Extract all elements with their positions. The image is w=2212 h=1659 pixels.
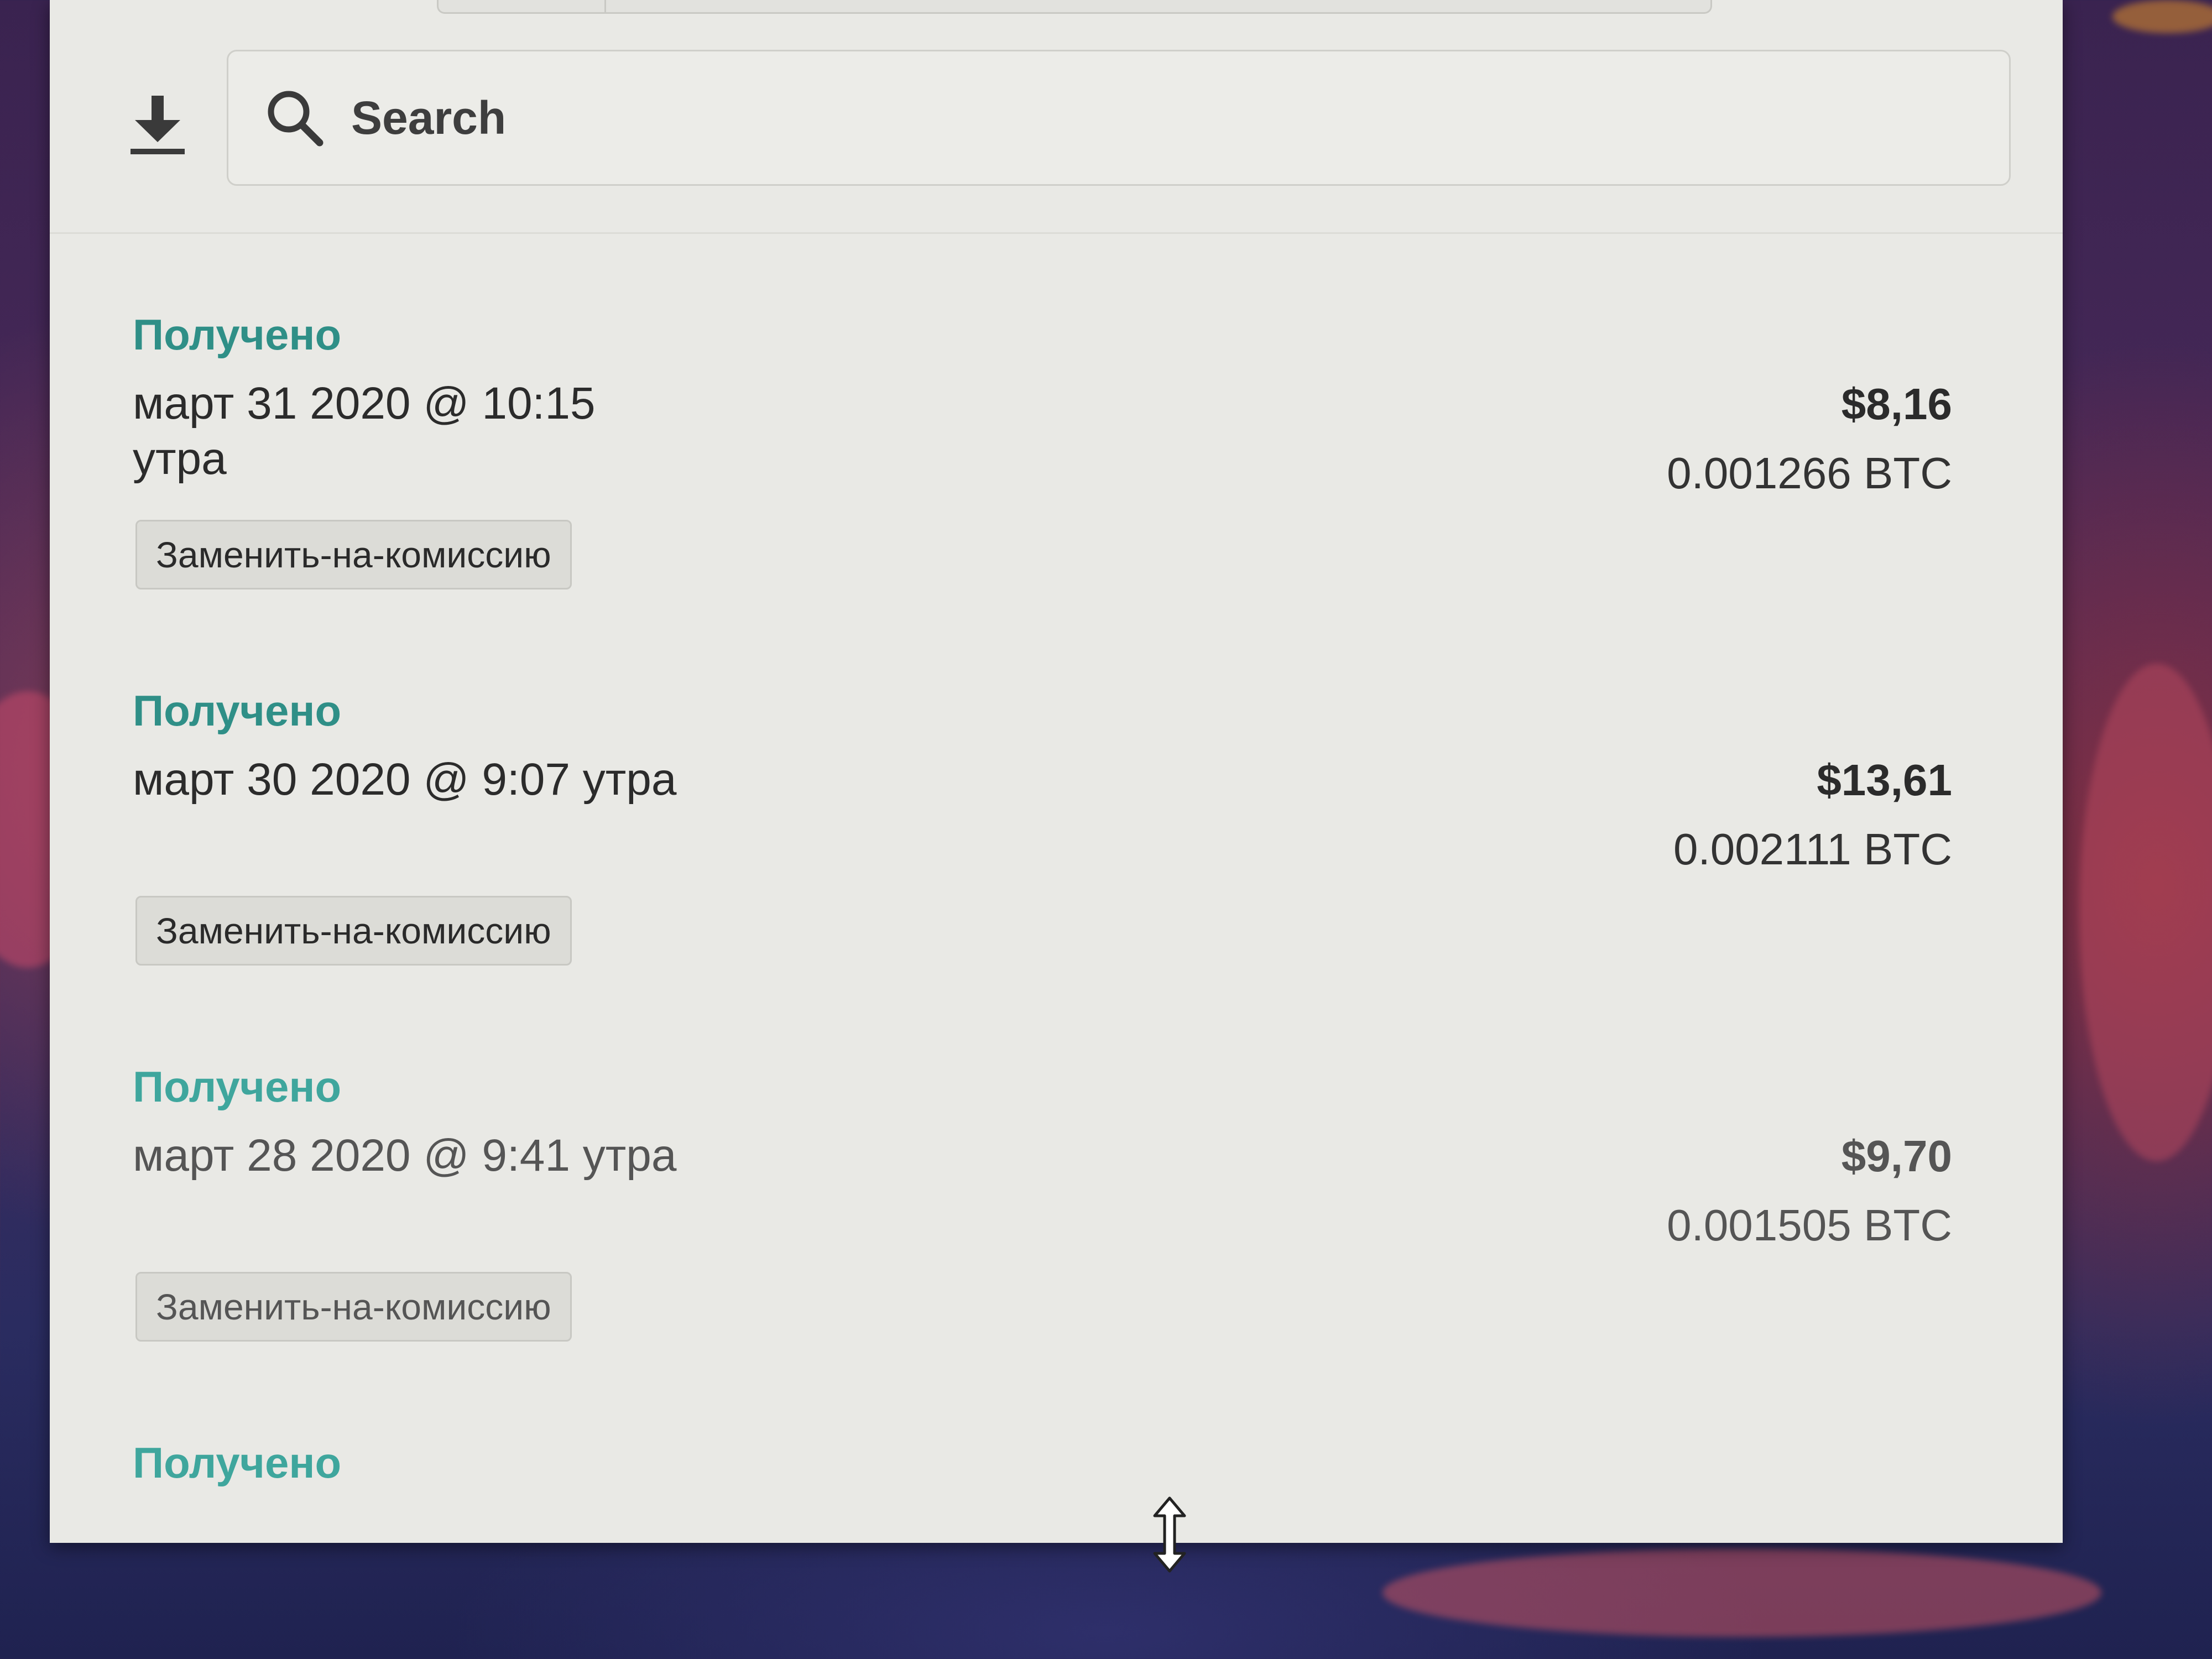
transaction-btc-amount: 0.001505 BTC <box>1667 1201 1952 1250</box>
transaction-date: март 31 2020 @ 10:15 утра <box>133 378 596 484</box>
transaction-item[interactable]: Получено <box>50 1438 2063 1548</box>
search-input[interactable] <box>350 90 1845 145</box>
transaction-status: Получено <box>133 310 342 359</box>
download-button[interactable] <box>116 83 199 166</box>
transaction-fiat-amount: $13,61 <box>1817 755 1952 805</box>
wallpaper-streak <box>2079 664 2212 1161</box>
search-icon <box>262 85 328 151</box>
wallpaper-streak <box>1383 1548 2101 1637</box>
transaction-fiat-amount: $9,70 <box>1841 1131 1952 1181</box>
replace-by-fee-badge[interactable]: Заменить-на-комиссию <box>135 520 572 589</box>
transaction-item[interactable]: Получено март 30 2020 @ 9:07 утра Замени… <box>50 686 2063 1062</box>
resize-vertical-cursor-icon <box>1153 1496 1186 1573</box>
transaction-status: Получено <box>133 1438 342 1487</box>
transaction-item[interactable]: Получено март 28 2020 @ 9:41 утра Замени… <box>50 1062 2063 1438</box>
transactions-window: Получено март 31 2020 @ 10:15 утра Замен… <box>50 0 2063 1573</box>
replace-by-fee-badge[interactable]: Заменить-на-комиссию <box>135 896 572 966</box>
transaction-date: март 30 2020 @ 9:07 утра <box>133 754 677 805</box>
transaction-status: Получено <box>133 1062 342 1111</box>
replace-by-fee-badge[interactable]: Заменить-на-комиссию <box>135 1272 572 1342</box>
search-box[interactable] <box>227 50 2011 186</box>
transaction-item[interactable]: Получено март 31 2020 @ 10:15 утра Замен… <box>50 310 2063 686</box>
toolbar <box>50 0 2063 234</box>
transaction-btc-amount: 0.001266 BTC <box>1667 448 1952 498</box>
transaction-fiat-amount: $8,16 <box>1841 379 1952 429</box>
transaction-list: Получено март 31 2020 @ 10:15 утра Замен… <box>50 310 2063 1548</box>
wallpaper-streak <box>2112 0 2212 33</box>
download-icon <box>131 96 185 154</box>
transaction-status: Получено <box>133 686 342 735</box>
transaction-btc-amount: 0.002111 BTC <box>1673 825 1952 874</box>
transaction-date: март 28 2020 @ 9:41 утра <box>133 1130 677 1181</box>
